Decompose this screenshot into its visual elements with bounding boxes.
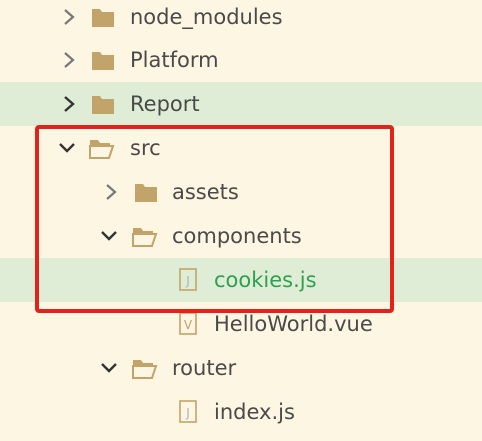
tree-item-index-js[interactable]: J index.js (0, 390, 482, 434)
js-file-icon: J (178, 258, 204, 302)
folder-icon (91, 82, 117, 126)
js-file-icon: J (178, 390, 204, 434)
folder-open-icon (89, 126, 115, 170)
tree-item-label: HelloWorld.vue (214, 312, 373, 336)
tree-item-platform[interactable]: Platform (0, 38, 482, 82)
tree-item-assets[interactable]: assets (0, 170, 482, 214)
svg-text:V: V (184, 318, 193, 332)
chevron-right-icon[interactable] (104, 170, 122, 214)
chevron-down-icon[interactable] (100, 346, 118, 390)
folder-icon (91, 0, 117, 39)
file-explorer-tree: node_modules Platform Report src assets … (0, 0, 482, 441)
tree-item-label: components (172, 224, 302, 248)
folder-open-icon (132, 346, 158, 390)
svg-text:J: J (185, 274, 190, 288)
tree-item-report[interactable]: Report (0, 82, 482, 126)
tree-item-helloworld-vue[interactable]: V HelloWorld.vue (0, 302, 482, 346)
tree-item-label: cookies.js (214, 268, 317, 292)
tree-item-components[interactable]: components (0, 214, 482, 258)
folder-icon (91, 38, 117, 82)
tree-item-label: Platform (130, 48, 219, 72)
tree-item-label: src (130, 136, 161, 160)
tree-item-node-modules[interactable]: node_modules (0, 0, 482, 39)
tree-item-label: router (172, 356, 237, 380)
chevron-right-icon[interactable] (62, 82, 80, 126)
tree-item-label: assets (172, 180, 239, 204)
svg-text:J: J (185, 406, 190, 420)
vue-file-icon: V (178, 302, 204, 346)
tree-item-cookies-js[interactable]: J cookies.js (0, 258, 482, 302)
chevron-down-icon[interactable] (58, 126, 76, 170)
tree-item-label: Report (130, 92, 200, 116)
tree-item-router[interactable]: router (0, 346, 482, 390)
tree-item-src[interactable]: src (0, 126, 482, 170)
tree-item-label: node_modules (130, 5, 283, 29)
folder-open-icon (132, 214, 158, 258)
chevron-down-icon[interactable] (100, 214, 118, 258)
chevron-right-icon[interactable] (62, 38, 80, 82)
tree-item-label: index.js (214, 400, 295, 424)
folder-icon (134, 170, 160, 214)
chevron-right-icon[interactable] (62, 0, 80, 39)
